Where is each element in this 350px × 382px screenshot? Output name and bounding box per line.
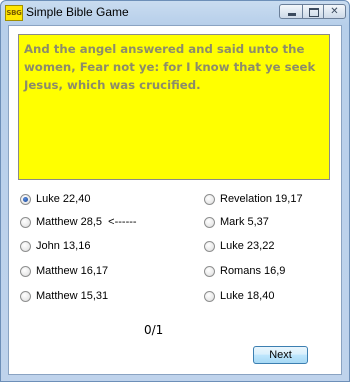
close-icon: ✕ (330, 6, 339, 17)
app-logo-icon: SBG (5, 5, 23, 21)
game-panel: And the angel answered and said unto the… (8, 25, 342, 375)
answer-option-label: Luke 22,40 (36, 193, 91, 205)
maximize-icon (303, 5, 323, 18)
answer-option-label: Matthew 16,17 (36, 265, 109, 277)
maximize-button[interactable] (302, 4, 324, 19)
answer-option-label: John 13,16 (36, 240, 91, 252)
radio-button[interactable] (20, 217, 31, 228)
answer-option-label: Mark 5,37 (220, 216, 269, 228)
window-title: Simple Bible Game (26, 5, 129, 19)
answer-option-label: Revelation 19,17 (220, 193, 303, 205)
answer-option-label: Luke 23,22 (220, 240, 275, 252)
app-window: SBG Simple Bible Game ✕ And the angel an… (0, 0, 350, 382)
answer-option-label: Matthew 15,31 (36, 290, 109, 302)
radio-button[interactable] (20, 291, 31, 302)
radio-button[interactable] (204, 194, 215, 205)
answer-option-label: Luke 18,40 (220, 290, 275, 302)
radio-button-selected[interactable] (20, 194, 31, 205)
answer-option-label: Romans 16,9 (220, 265, 286, 277)
title-bar[interactable]: SBG Simple Bible Game ✕ (1, 1, 349, 25)
radio-button[interactable] (20, 266, 31, 277)
radio-button[interactable] (20, 241, 31, 252)
verse-text: And the angel answered and said unto the… (24, 42, 316, 92)
answer-option-label: Matthew 28,5 <------ (36, 216, 137, 228)
verse-display: And the angel answered and said unto the… (18, 34, 330, 180)
radio-button[interactable] (204, 291, 215, 302)
minimize-icon (280, 5, 302, 18)
score-counter: 0/1 (144, 323, 164, 337)
close-button[interactable]: ✕ (323, 4, 346, 19)
radio-button[interactable] (204, 266, 215, 277)
next-button[interactable]: Next (253, 346, 308, 364)
radio-button[interactable] (204, 217, 215, 228)
minimize-button[interactable] (279, 4, 303, 19)
radio-button[interactable] (204, 241, 215, 252)
